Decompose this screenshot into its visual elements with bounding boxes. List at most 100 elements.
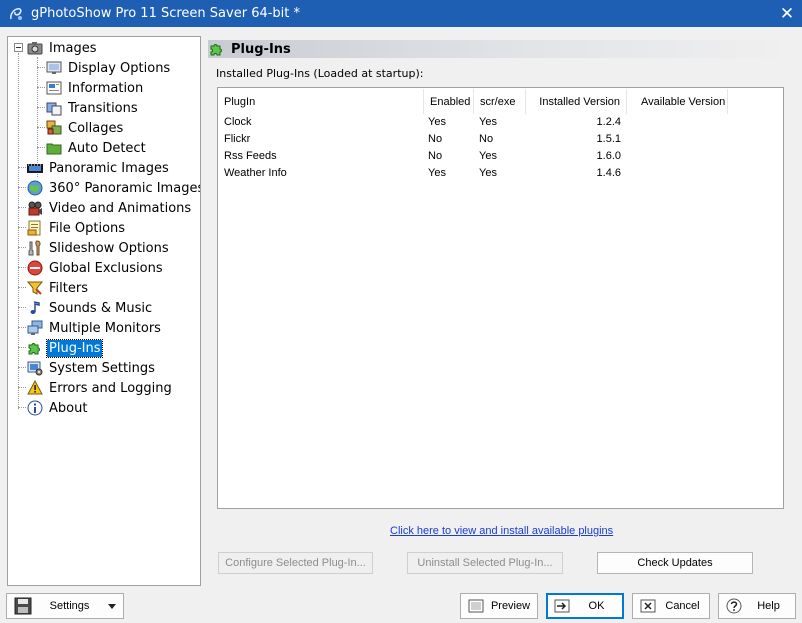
warning-icon [27,380,43,395]
table-row[interactable]: Flickr No No 1.5.1 [218,132,783,149]
title-bar: gPhotoShow Pro 11 Screen Saver 64-bit * … [0,0,802,27]
help-label: Help [757,600,780,612]
monitors-icon [27,320,43,335]
tree-connector [18,187,26,188]
plugin-name-cell: Flickr [224,133,251,145]
tree-item-sounds-and-music[interactable]: Sounds & Music [27,298,154,318]
tree-item-collages[interactable]: Collages [46,118,125,138]
settings-tree[interactable]: Images Display Options Information Trans… [7,36,201,586]
no-entry-icon [27,260,43,276]
puzzle-icon [28,343,40,355]
tree-item-information[interactable]: Information [46,78,145,98]
tree-connector [18,247,26,248]
tree-item-images[interactable]: Images [27,38,99,58]
tree-item-label: Plug-Ins [45,338,104,358]
dropdown-arrow-icon [108,604,116,609]
tree-item-label: Information [68,80,144,96]
table-row[interactable]: Weather Info Yes Yes 1.4.6 [218,166,783,183]
tree-item-label: Errors and Logging [49,380,172,396]
tree-item-plug-ins[interactable]: Plug-Ins [27,338,104,358]
tree-item-label: Global Exclusions [49,260,163,276]
monitor-icon [46,61,62,74]
help-button[interactable]: Help [718,593,796,619]
tree-connector [37,127,45,128]
tree-item-label: Collages [68,120,124,136]
collapse-images-toggle[interactable] [14,43,23,52]
ok-label: OK [588,600,605,612]
film-strip-icon [27,164,43,173]
tree-item-label: System Settings [49,360,155,376]
tree-item-errors-and-logging[interactable]: Errors and Logging [27,378,174,398]
tree-connector [37,67,45,68]
tree-item-label: Sounds & Music [49,300,153,316]
installed-version-cell: 1.5.1 [596,133,621,145]
video-icon [28,201,42,216]
tree-connector [18,387,26,388]
tree-connector [18,267,26,268]
enabled-cell: Yes [428,116,446,128]
installed-version-cell: 1.2.4 [596,116,621,128]
tree-item-display-options[interactable]: Display Options [46,58,172,78]
tree-item-label: Filters [49,280,88,296]
tree-item-global-exclusions[interactable]: Global Exclusions [27,258,165,278]
column-header-enabled[interactable]: Enabled [424,89,474,114]
table-row[interactable]: Rss Feeds No Yes 1.6.0 [218,149,783,166]
file-options-icon [27,220,41,236]
table-row[interactable]: Clock Yes Yes 1.2.4 [218,115,783,132]
tree-item-label: Auto Detect [68,140,146,156]
about-icon [27,400,43,416]
uninstall-plugin-button[interactable]: Uninstall Selected Plug-In... [407,552,563,574]
cancel-button[interactable]: Cancel [632,593,710,619]
enabled-cell: No [428,150,443,162]
check-updates-button[interactable]: Check Updates [597,552,753,574]
tree-item-label: Images [49,40,97,56]
ok-button[interactable]: OK [546,593,624,619]
tree-item-360-panoramic-images[interactable]: 360° Panoramic Images [27,178,200,198]
tree-item-filters[interactable]: Filters [27,278,90,298]
section-title: Plug-Ins [231,41,291,57]
help-question-icon [726,598,742,614]
transitions-icon [46,102,62,116]
cancel-x-icon [640,599,656,613]
scr-exe-cell: Yes [479,116,497,128]
view-available-plugins-link[interactable]: Click here to view and install available… [390,525,613,537]
column-header-installed-version[interactable]: Installed Version [526,89,627,114]
plugin-name-cell: Clock [224,116,252,128]
tree-item-file-options[interactable]: File Options [27,218,127,238]
preview-screen-icon [468,599,484,613]
save-disk-icon [14,597,32,615]
column-header-plugin[interactable]: PlugIn [218,89,424,114]
installed-version-cell: 1.4.6 [596,167,621,179]
plugins-list[interactable]: PlugIn Enabled scr/exe Installed Version… [217,87,784,509]
camera-icon [27,42,43,55]
enabled-cell: Yes [428,167,446,179]
tree-connector [37,87,45,88]
tree-item-panoramic-images[interactable]: Panoramic Images [27,158,171,178]
cancel-label: Cancel [665,600,700,612]
tree-connector [18,307,26,308]
tree-item-video-and-animations[interactable]: Video and Animations [27,198,193,218]
tree-item-transitions[interactable]: Transitions [46,98,140,118]
tree-connector [18,347,26,348]
tree-connector [37,107,45,108]
tree-connector [18,367,26,368]
configure-plugin-button[interactable]: Configure Selected Plug-In... [218,552,373,574]
column-header-available-version[interactable]: Available Version [627,89,728,114]
column-header-scr-exe[interactable]: scr/exe [474,89,526,114]
tree-item-about[interactable]: About [27,398,89,418]
preview-button[interactable]: Preview [460,593,538,619]
tree-item-slideshow-options[interactable]: Slideshow Options [27,238,171,258]
scr-exe-cell: Yes [479,150,497,162]
close-button[interactable]: ✕ [772,0,802,27]
tree-item-system-settings[interactable]: System Settings [27,358,157,378]
tree-item-multiple-monitors[interactable]: Multiple Monitors [27,318,163,338]
tree-item-label: Panoramic Images [49,160,169,176]
settings-menu-button[interactable]: Settings [6,593,124,619]
scr-exe-cell: No [479,133,494,145]
tools-icon [28,240,41,256]
tree-item-label: About [49,400,88,416]
window-title: gPhotoShow Pro 11 Screen Saver 64-bit * [31,6,301,21]
scr-exe-cell: Yes [479,167,497,179]
tree-item-auto-detect[interactable]: Auto Detect [46,138,148,158]
system-settings-icon [27,361,43,376]
